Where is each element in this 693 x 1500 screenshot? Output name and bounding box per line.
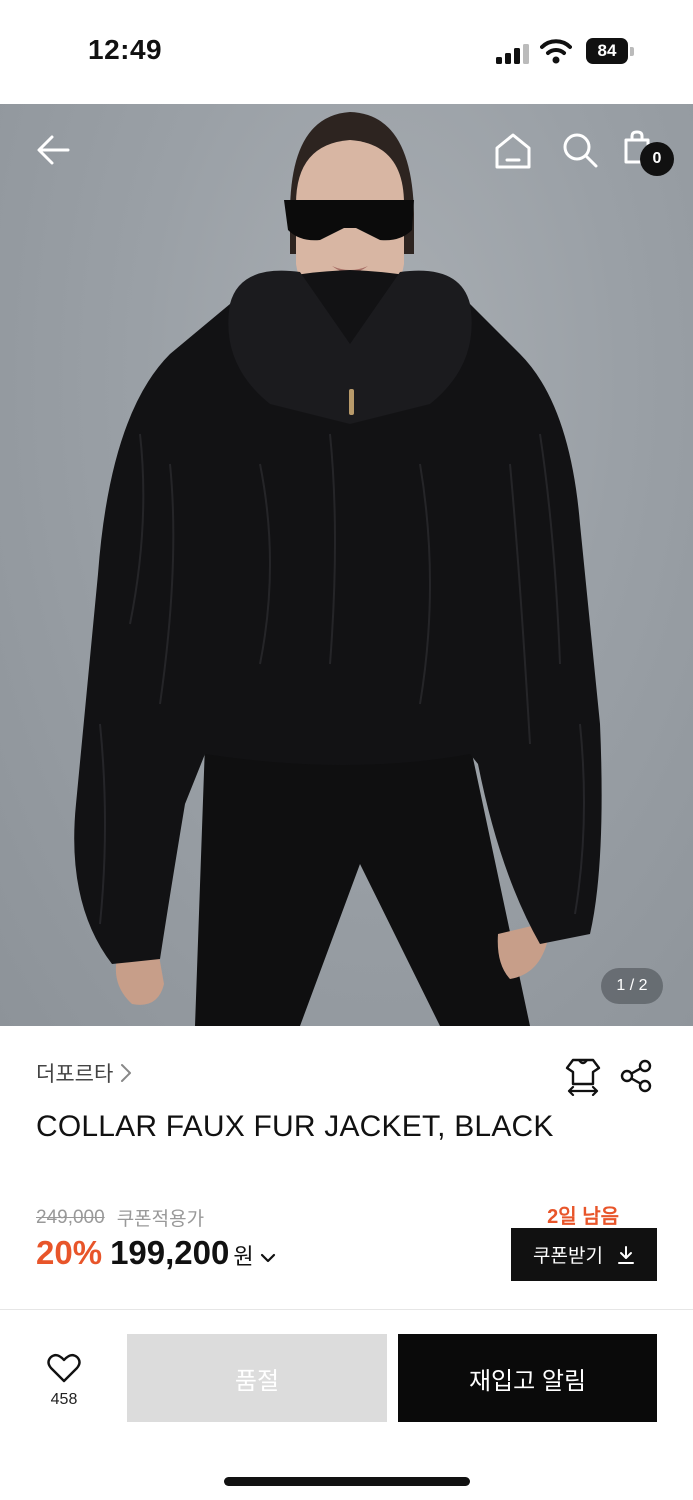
original-price-row: 249,000 쿠폰적용가: [36, 1204, 204, 1231]
sale-price-toggle[interactable]: 20% 199,200 원: [36, 1234, 276, 1272]
coupon-days-left: 2일 남음: [547, 1206, 619, 1228]
like-count: 458: [50, 1391, 78, 1408]
cart-count-badge: 0: [640, 142, 674, 176]
search-icon[interactable]: [560, 130, 600, 170]
status-bar: 12:49 84: [0, 0, 693, 104]
download-icon: [617, 1245, 634, 1264]
product-image-carousel[interactable]: 0 1 / 2: [0, 104, 693, 1026]
home-icon[interactable]: [492, 130, 534, 172]
restock-alert-button[interactable]: 재입고 알림: [398, 1334, 657, 1422]
chevron-right-icon: [121, 1064, 132, 1082]
size-guide-icon[interactable]: [564, 1056, 602, 1096]
sale-price: 199,200: [110, 1234, 230, 1271]
divider: [0, 1309, 693, 1310]
original-price: 249,000: [36, 1206, 105, 1228]
battery-icon: 84: [586, 38, 634, 64]
status-time: 12:49: [88, 34, 163, 65]
get-coupon-button[interactable]: 쿠폰받기: [511, 1228, 657, 1281]
discount-rate: 20%: [36, 1234, 103, 1271]
chevron-down-icon: [260, 1253, 275, 1263]
heart-icon: [47, 1353, 81, 1383]
brand-name: 더포르타: [36, 1063, 114, 1086]
shopping-bag-button[interactable]: 0: [620, 130, 680, 182]
image-pager: 1 / 2: [601, 968, 663, 1004]
product-title: COLLAR FAUX FUR JACKET, BLACK: [36, 1110, 554, 1143]
like-button[interactable]: 458: [40, 1352, 88, 1409]
back-arrow-icon[interactable]: [34, 130, 74, 170]
battery-level: 84: [586, 38, 628, 64]
coupon-price-label: 쿠폰적용가: [116, 1209, 205, 1230]
signal-icon: [496, 44, 529, 64]
brand-link[interactable]: 더포르타: [36, 1058, 133, 1088]
wifi-icon: [540, 39, 572, 64]
soldout-button[interactable]: 품절: [127, 1334, 387, 1422]
currency-label: 원: [233, 1244, 254, 1269]
home-indicator: [224, 1477, 470, 1486]
share-icon[interactable]: [618, 1058, 654, 1094]
product-photo: [74, 112, 602, 1026]
get-coupon-label: 쿠폰받기: [533, 1246, 603, 1267]
